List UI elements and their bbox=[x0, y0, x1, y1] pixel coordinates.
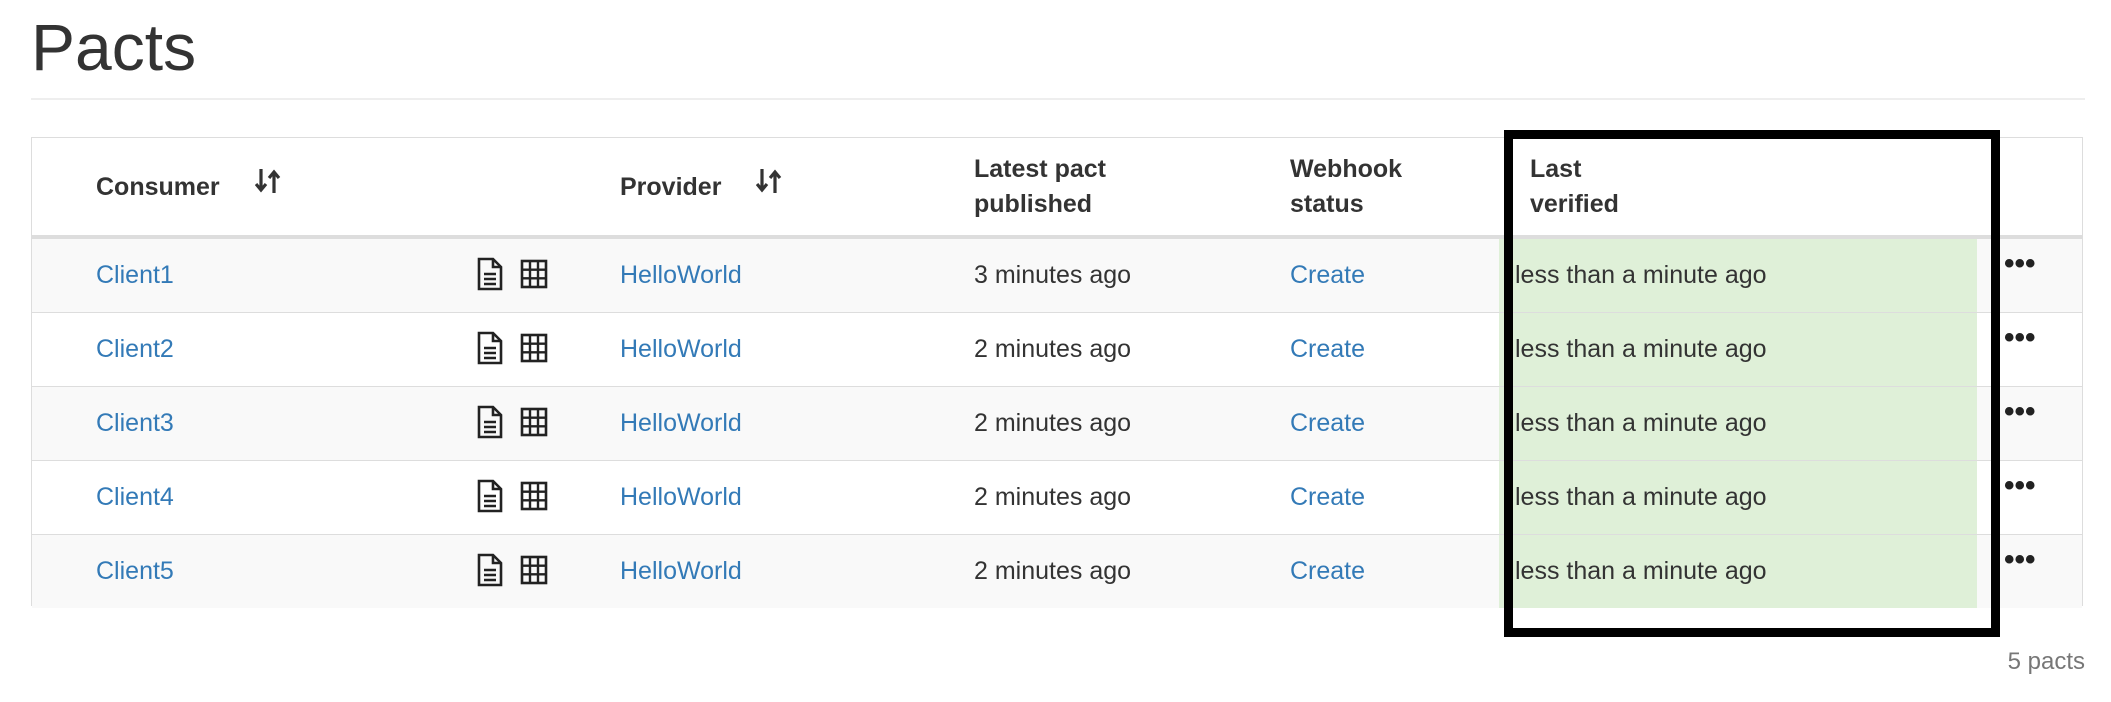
latest-pact-published: 2 minutes ago bbox=[974, 483, 1132, 511]
consumer-link[interactable]: Client4 bbox=[96, 461, 174, 534]
ellipsis-icon[interactable]: ••• bbox=[2004, 471, 2036, 501]
ellipsis-icon[interactable]: ••• bbox=[2004, 249, 2036, 279]
grid-icon[interactable] bbox=[519, 553, 549, 587]
last-verified-cell: less than a minute ago bbox=[1499, 387, 1977, 460]
last-verified-cell: less than a minute ago bbox=[1499, 535, 1977, 608]
table-row: Client2 HelloWorld 2 minutes ago Create … bbox=[32, 312, 2082, 386]
document-icon[interactable] bbox=[475, 553, 505, 587]
grid-icon[interactable] bbox=[519, 405, 549, 439]
last-verified-value: less than a minute ago bbox=[1515, 483, 1767, 511]
row-actions bbox=[475, 479, 549, 513]
provider-link[interactable]: HelloWorld bbox=[620, 535, 742, 608]
last-verified-cell: less than a minute ago bbox=[1499, 313, 1977, 386]
grid-icon[interactable] bbox=[519, 479, 549, 513]
consumer-link[interactable]: Client3 bbox=[96, 387, 174, 460]
column-header-webhook-status: Webhook status bbox=[1290, 152, 1470, 222]
document-icon[interactable] bbox=[475, 257, 505, 291]
consumer-link[interactable]: Client1 bbox=[96, 239, 174, 312]
last-verified-cell: less than a minute ago bbox=[1499, 461, 1977, 534]
ellipsis-icon[interactable]: ••• bbox=[2004, 545, 2036, 575]
last-verified-value: less than a minute ago bbox=[1515, 261, 1767, 289]
consumer-link[interactable]: Client2 bbox=[96, 313, 174, 386]
table-row: Client4 HelloWorld 2 minutes ago Create … bbox=[32, 460, 2082, 534]
document-icon[interactable] bbox=[475, 479, 505, 513]
consumer-link[interactable]: Client5 bbox=[96, 535, 174, 608]
ellipsis-icon[interactable]: ••• bbox=[2004, 397, 2036, 427]
webhook-create-link[interactable]: Create bbox=[1290, 461, 1365, 534]
row-actions bbox=[475, 405, 549, 439]
latest-pact-published: 3 minutes ago bbox=[974, 261, 1132, 289]
column-header-provider[interactable]: Provider bbox=[620, 167, 782, 205]
sort-icon[interactable] bbox=[254, 167, 281, 205]
page-title: Pacts bbox=[31, 10, 197, 84]
column-header-latest-pact: Latest pact published bbox=[974, 152, 1154, 222]
row-actions bbox=[475, 553, 549, 587]
webhook-create-link[interactable]: Create bbox=[1290, 387, 1365, 460]
latest-pact-published: 2 minutes ago bbox=[974, 409, 1132, 437]
last-verified-value: less than a minute ago bbox=[1515, 557, 1767, 585]
provider-link[interactable]: HelloWorld bbox=[620, 387, 742, 460]
provider-link[interactable]: HelloWorld bbox=[620, 313, 742, 386]
table-row: Client5 HelloWorld 2 minutes ago Create … bbox=[32, 534, 2082, 608]
pacts-table: Consumer Provider Latest pact published bbox=[31, 137, 2083, 608]
document-icon[interactable] bbox=[475, 405, 505, 439]
webhook-create-link[interactable]: Create bbox=[1290, 313, 1365, 386]
latest-pact-published: 2 minutes ago bbox=[974, 557, 1132, 585]
column-header-last-verified-line2: verified bbox=[1530, 190, 1619, 218]
last-verified-cell: less than a minute ago bbox=[1499, 239, 1977, 312]
column-header-consumer[interactable]: Consumer bbox=[96, 167, 281, 205]
title-divider bbox=[31, 98, 2085, 100]
provider-link[interactable]: HelloWorld bbox=[620, 461, 742, 534]
sort-icon[interactable] bbox=[756, 167, 782, 205]
webhook-create-link[interactable]: Create bbox=[1290, 535, 1365, 608]
latest-pact-published: 2 minutes ago bbox=[974, 335, 1132, 363]
column-header-provider-label: Provider bbox=[620, 173, 722, 201]
table-row: Client3 HelloWorld 2 minutes ago Create … bbox=[32, 386, 2082, 460]
column-header-latest-pact-line2: published bbox=[974, 190, 1093, 218]
grid-icon[interactable] bbox=[519, 257, 549, 291]
pacts-count: 5 pacts bbox=[2007, 648, 2085, 675]
column-header-last-verified-line1: Last bbox=[1530, 155, 1582, 183]
grid-icon[interactable] bbox=[519, 331, 549, 365]
row-actions bbox=[475, 331, 549, 365]
column-header-last-verified: Last verified bbox=[1530, 152, 1710, 222]
provider-link[interactable]: HelloWorld bbox=[620, 239, 742, 312]
table-header: Consumer Provider Latest pact published bbox=[32, 138, 2082, 238]
document-icon[interactable] bbox=[475, 331, 505, 365]
ellipsis-icon[interactable]: ••• bbox=[2004, 323, 2036, 353]
last-verified-value: less than a minute ago bbox=[1515, 335, 1767, 363]
table-row: Client1 HelloWorld 3 minutes ago Create … bbox=[32, 238, 2082, 312]
webhook-create-link[interactable]: Create bbox=[1290, 239, 1365, 312]
last-verified-value: less than a minute ago bbox=[1515, 409, 1767, 437]
column-header-consumer-label: Consumer bbox=[96, 173, 220, 201]
column-header-webhook-line2: status bbox=[1290, 190, 1364, 218]
row-actions bbox=[475, 257, 549, 291]
column-header-latest-pact-line1: Latest pact bbox=[974, 155, 1106, 183]
column-header-webhook-line1: Webhook bbox=[1290, 155, 1403, 183]
